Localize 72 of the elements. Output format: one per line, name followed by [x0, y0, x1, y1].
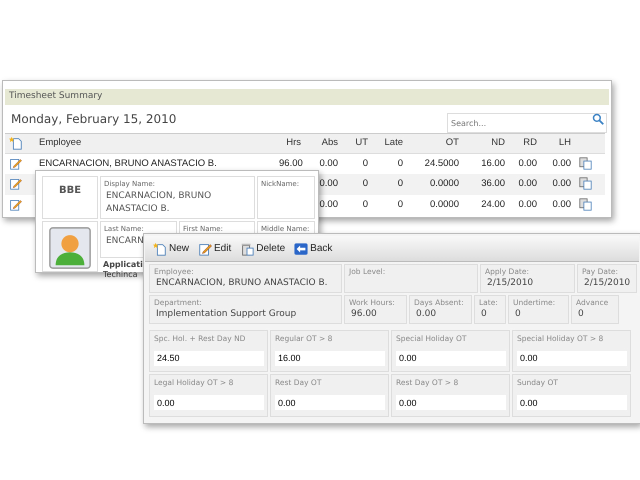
- field-value: 96.00: [350, 308, 378, 322]
- field-value: 2/15/2010: [583, 277, 632, 290]
- table-cell: 0: [342, 153, 372, 174]
- field-value: 0: [514, 308, 522, 322]
- field-value: 0.00: [415, 308, 438, 322]
- input-field[interactable]: 24.50: [154, 350, 264, 366]
- table-cell: 36.00: [463, 174, 509, 195]
- table-cell: 0.0000: [407, 174, 463, 195]
- edit-icon[interactable]: [9, 156, 22, 170]
- copy-icon[interactable]: [579, 177, 592, 190]
- copy-icon[interactable]: [579, 198, 592, 212]
- field-value: Techinca: [103, 270, 138, 280]
- table-cell: 0: [342, 174, 372, 195]
- column-header: Hrs: [275, 133, 305, 153]
- table-cell: 96.00: [275, 153, 305, 174]
- edit-button[interactable]: Edit: [198, 241, 232, 256]
- column-header: ND: [463, 133, 509, 153]
- table-cell: 0.00: [509, 174, 541, 195]
- field-value: ENCARNACION, BRUNO ANASTACIO B.: [155, 277, 328, 290]
- delete-button[interactable]: Delete: [240, 241, 286, 256]
- window-title: Timesheet Summary: [5, 89, 609, 104]
- table-cell: 0: [372, 153, 407, 174]
- field-value: ENCARNACION, BRUNO ANASTACIO B.: [105, 190, 212, 216]
- trash-icon[interactable]: [240, 242, 254, 256]
- field-value: 0: [480, 308, 488, 322]
- input-field[interactable]: 0.00: [396, 395, 506, 410]
- back-button[interactable]: Back: [294, 241, 332, 256]
- input-field[interactable]: 0.00: [396, 350, 506, 366]
- table-cell: 24.00: [463, 195, 509, 216]
- field-label: Applicati: [103, 260, 143, 270]
- table-cell: 24.5000: [407, 153, 463, 174]
- edit-icon[interactable]: [9, 198, 22, 212]
- table-cell: 0: [372, 195, 407, 216]
- input-field[interactable]: 0.00: [275, 395, 385, 410]
- new-button[interactable]: New: [153, 241, 190, 256]
- table-cell: 16.00: [463, 153, 509, 174]
- date-heading: Monday, February 15, 2010: [11, 110, 176, 128]
- input-field[interactable]: 0.00: [154, 395, 264, 410]
- new-icon[interactable]: [9, 136, 23, 150]
- table-cell: 0.00: [305, 153, 342, 174]
- table-cell: 0.0000: [407, 195, 463, 216]
- column-header: RD: [509, 133, 541, 153]
- table-cell: 0: [372, 174, 407, 195]
- avatar-icon: [47, 225, 93, 271]
- table-cell: 0.00: [541, 195, 575, 216]
- search-field[interactable]: Search...: [447, 113, 607, 133]
- input-field[interactable]: 0.00: [517, 395, 627, 410]
- column-header: UT: [342, 133, 372, 153]
- column-header: OT: [407, 133, 463, 153]
- new-icon[interactable]: [153, 242, 167, 256]
- table-cell: 0.00: [541, 153, 575, 174]
- employee-code: BBE: [58, 185, 82, 196]
- table-cell: 0.00: [305, 195, 342, 216]
- input-field[interactable]: 0.00: [517, 350, 627, 366]
- table-cell: 0.00: [509, 195, 541, 216]
- column-header: LH: [541, 133, 575, 153]
- edit-icon[interactable]: [9, 177, 22, 190]
- column-header: Late: [372, 133, 407, 153]
- table-cell: 0.00: [541, 174, 575, 195]
- search-icon[interactable]: [592, 112, 604, 124]
- field-value: 2/15/2010: [486, 277, 534, 290]
- table-cell: 0: [342, 195, 372, 216]
- field-value: Implementation Support Group: [155, 308, 298, 322]
- copy-icon[interactable]: [579, 156, 592, 170]
- column-header: Employee: [35, 133, 275, 153]
- column-header: Abs: [305, 133, 342, 153]
- edit-icon[interactable]: [198, 242, 212, 256]
- field-value: ENCARN: [105, 234, 145, 248]
- table-cell: 0.00: [509, 153, 541, 174]
- table-cell: ENCARNACION, BRUNO ANASTACIO B.: [35, 153, 275, 174]
- input-field[interactable]: 16.00: [275, 350, 385, 366]
- field-value: 0: [577, 308, 585, 322]
